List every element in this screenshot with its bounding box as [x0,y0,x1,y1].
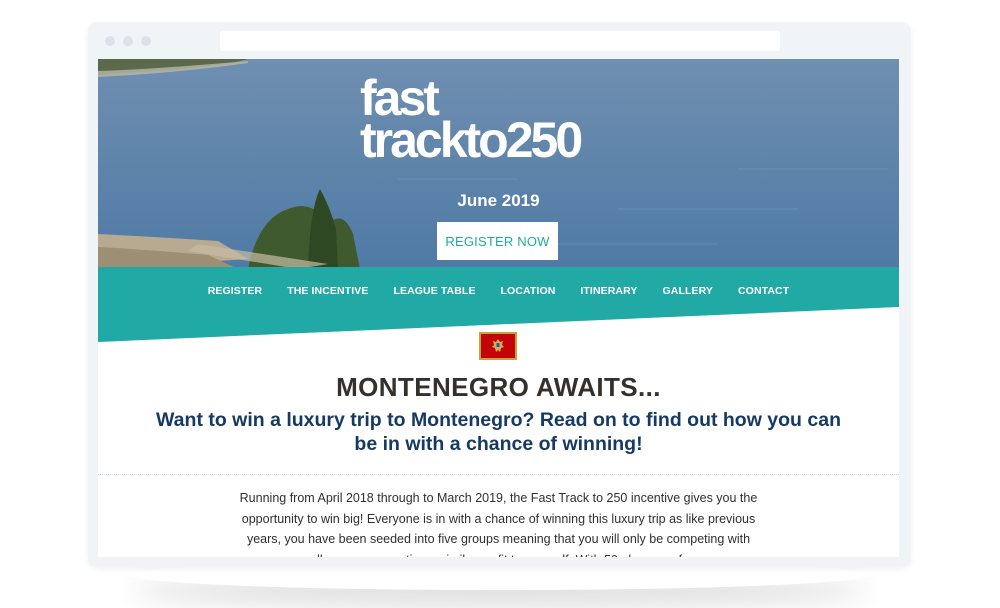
nav-gallery[interactable]: GALLERY [663,285,713,297]
browser-window: fast trackto250 June 2019 REGISTER NOW R… [88,22,911,567]
address-bar[interactable] [220,31,780,51]
nav-the-incentive[interactable]: THE INCENTIVE [287,285,368,297]
nav-location[interactable]: LOCATION [501,285,556,297]
register-now-button[interactable]: REGISTER NOW [437,222,558,260]
minimize-dot[interactable] [123,36,133,46]
nav-itinerary[interactable]: ITINERARY [580,285,637,297]
fast-track-logo[interactable]: fast trackto250 [360,73,583,168]
nav-league-table[interactable]: LEAGUE TABLE [393,285,475,297]
page-headline: MONTENEGRO AWAITS... [336,372,661,402]
window-controls [105,36,151,46]
maximize-dot[interactable] [141,36,151,46]
close-dot[interactable] [105,36,115,46]
nav-contact[interactable]: CONTACT [738,285,789,297]
nav-register[interactable]: REGISTER [208,285,262,297]
section-divider [98,474,899,475]
event-date: June 2019 [457,191,540,210]
logo-line-2: trackto250 [360,112,583,168]
page-viewport: fast trackto250 June 2019 REGISTER NOW R… [98,59,899,557]
main-nav: REGISTER THE INCENTIVE LEAGUE TABLE LOCA… [98,285,899,297]
intro-paragraph: Running from April 2018 through to March… [239,491,758,557]
montenegro-flag-icon [479,332,517,360]
page-subheadline: Want to win a luxury trip to Montenegro?… [156,409,841,455]
hero-banner: fast trackto250 June 2019 REGISTER NOW [98,59,899,269]
